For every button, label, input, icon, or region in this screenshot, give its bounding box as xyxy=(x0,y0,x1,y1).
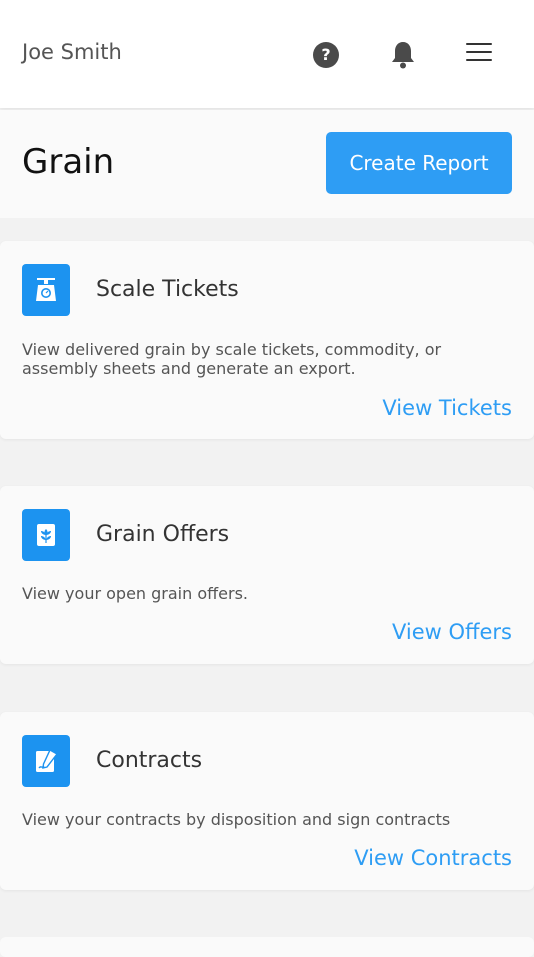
card-description: View your contracts by disposition and s… xyxy=(22,810,451,829)
view-contracts-link[interactable]: View Contracts xyxy=(354,846,512,870)
card-description: View your open grain offers. xyxy=(22,584,248,603)
top-bar: Joe Smith ? xyxy=(0,0,534,108)
card-title: Scale Tickets xyxy=(96,277,239,302)
page-title: Grain xyxy=(22,142,115,182)
card-title: Contracts xyxy=(96,748,203,773)
card-grain-offers: Grain Offers View your open grain offers… xyxy=(0,486,534,664)
page-header: Grain Create Report xyxy=(0,110,534,218)
scale-icon xyxy=(22,264,70,316)
card-contracts: Contracts View your contracts by disposi… xyxy=(0,712,534,890)
card-title: Grain Offers xyxy=(96,522,230,547)
card-description: View delivered grain by scale tickets, c… xyxy=(22,340,442,378)
card-scale-tickets: Scale Tickets View delivered grain by sc… xyxy=(0,241,534,439)
hamburger-menu-icon[interactable] xyxy=(466,43,492,63)
create-report-button[interactable]: Create Report xyxy=(326,132,512,194)
grain-icon xyxy=(22,509,70,561)
bell-icon[interactable] xyxy=(390,40,416,70)
next-card-partial xyxy=(0,937,534,957)
contract-sign-icon xyxy=(22,735,70,787)
view-offers-link[interactable]: View Offers xyxy=(392,620,512,644)
user-name[interactable]: Joe Smith xyxy=(22,40,122,64)
view-tickets-link[interactable]: View Tickets xyxy=(382,396,512,420)
help-icon[interactable]: ? xyxy=(313,42,339,68)
